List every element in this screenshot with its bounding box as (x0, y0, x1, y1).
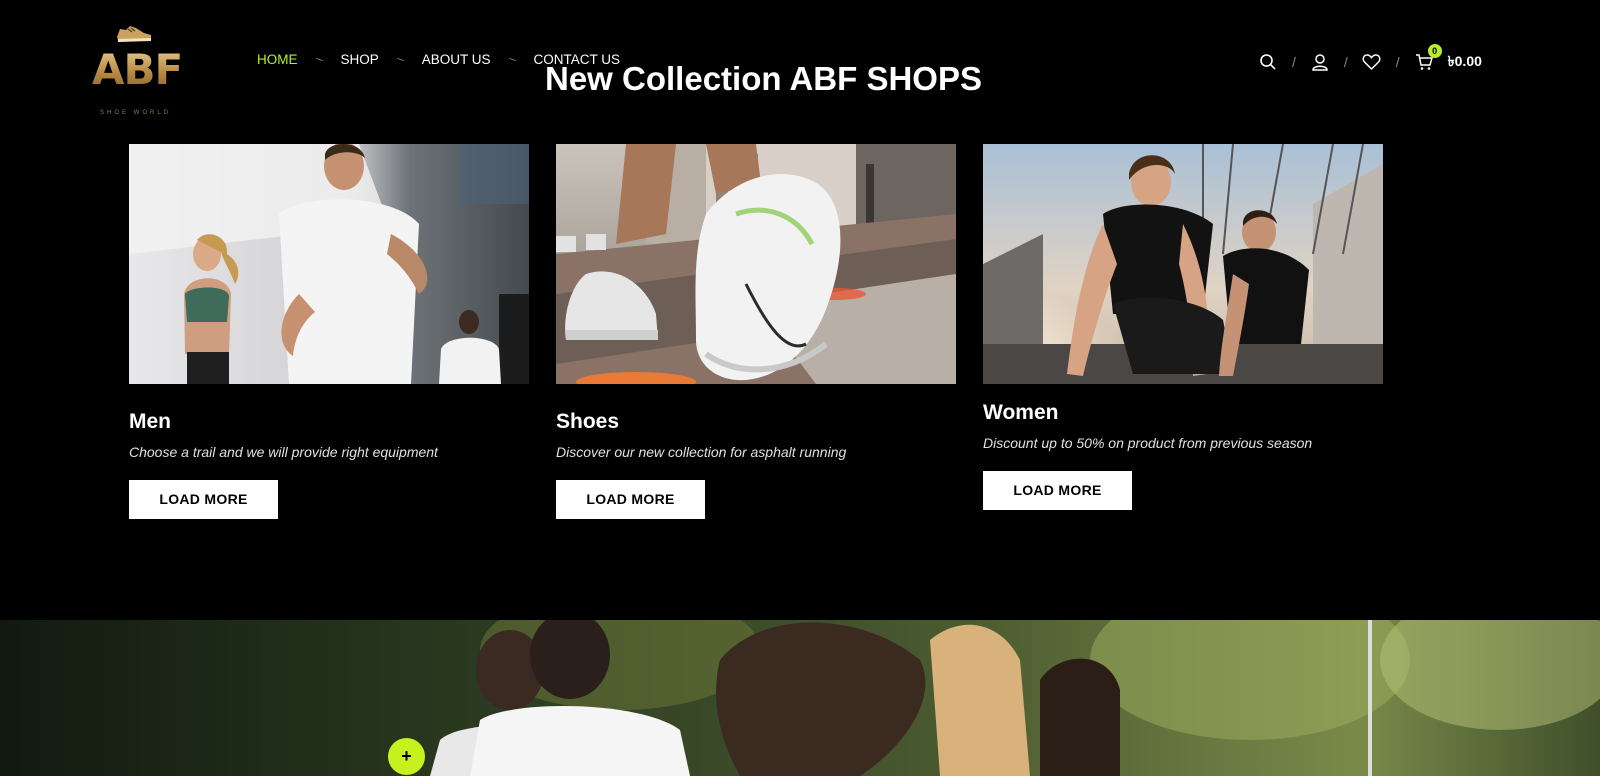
nav-separator (315, 57, 323, 62)
tool-separator: / (1395, 54, 1400, 70)
cart-total[interactable]: ৳0.00 (1448, 50, 1482, 74)
header-tools: / / / 0 ৳0.00 (1258, 44, 1482, 74)
nav-item-shop[interactable]: SHOP (341, 52, 379, 67)
category-card-women: Women Discount up to 50% on product from… (983, 144, 1383, 510)
load-more-button[interactable]: LOAD MORE (556, 480, 705, 519)
card-description: Discover our new collection for asphalt … (556, 444, 847, 460)
shoes-category-image[interactable] (556, 144, 956, 384)
search-icon[interactable] (1258, 52, 1278, 72)
site-header: ABF SHOE WORLD HOME SHOP ABOUT US CONTAC… (0, 0, 1600, 130)
shoe-logo-icon (117, 26, 151, 42)
load-more-button[interactable]: LOAD MORE (983, 471, 1132, 510)
heart-icon[interactable] (1362, 52, 1382, 72)
nav-item-home[interactable]: HOME (257, 52, 298, 67)
tool-separator: / (1343, 54, 1348, 70)
card-description: Choose a trail and we will provide right… (129, 444, 438, 460)
logo-text: ABF (92, 45, 183, 94)
hero-banner-image (0, 620, 1600, 776)
nav-separator (508, 57, 516, 62)
logo-subtitle: SHOE WORLD (100, 110, 172, 116)
load-more-button[interactable]: LOAD MORE (129, 480, 278, 519)
page-title: New Collection ABF SHOPS (545, 60, 982, 97)
card-title: Women (983, 401, 1059, 424)
card-title: Men (129, 410, 171, 433)
women-category-image[interactable] (983, 144, 1383, 384)
user-icon[interactable] (1310, 52, 1330, 72)
card-description: Discount up to 50% on product from previ… (983, 435, 1313, 451)
cart[interactable]: 0 ৳0.00 (1414, 44, 1482, 74)
card-title: Shoes (556, 410, 620, 433)
cart-count-badge: 0 (1427, 44, 1442, 58)
logo[interactable]: ABF SHOE WORLD (90, 22, 183, 116)
tool-separator: / (1292, 54, 1296, 70)
category-card-men: Men Choose a trail and we will provide r… (129, 144, 529, 519)
add-fab-button[interactable]: + (388, 738, 425, 775)
men-category-image[interactable] (129, 144, 529, 384)
category-card-shoes: Shoes Discover our new collection for as… (556, 144, 956, 519)
nav-item-about-us[interactable]: ABOUT US (422, 52, 491, 67)
nav-separator (396, 57, 404, 62)
